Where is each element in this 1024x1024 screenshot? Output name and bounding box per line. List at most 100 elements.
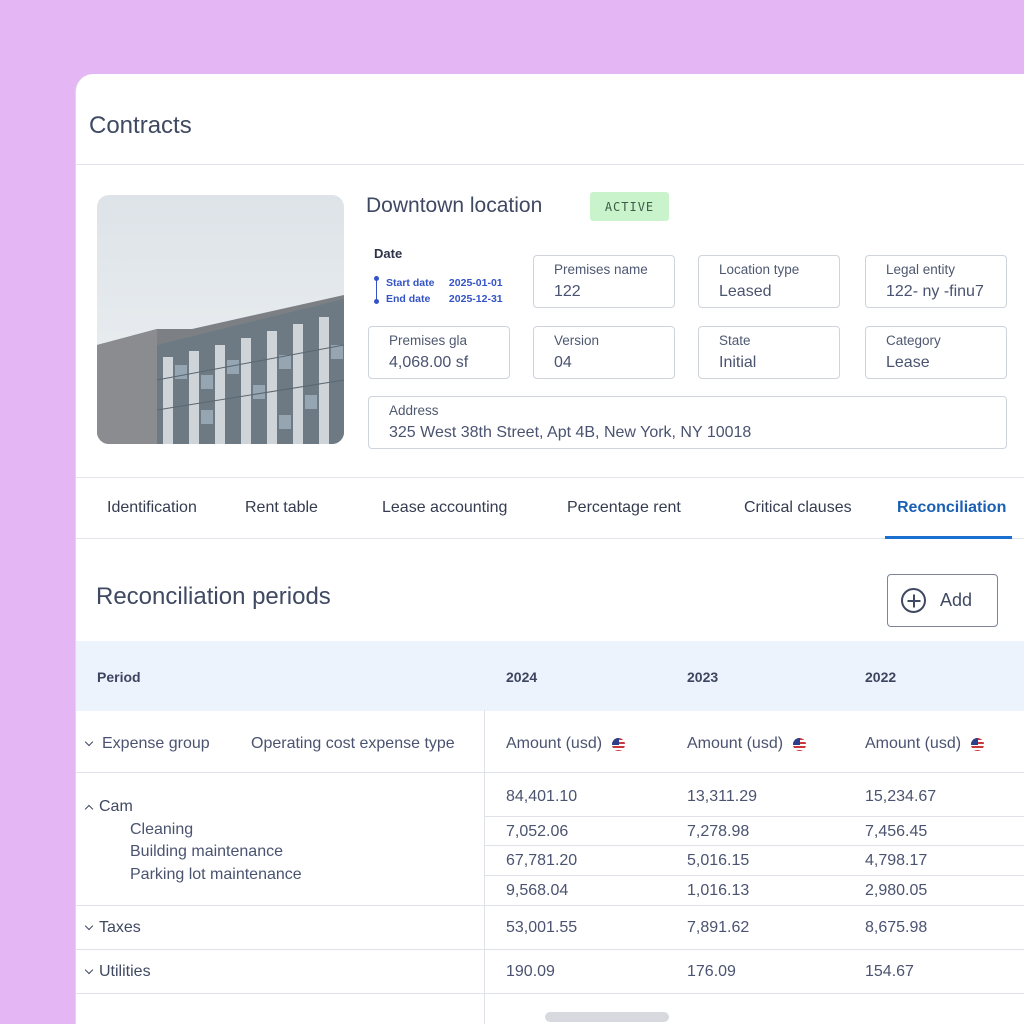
end-date-row: End date 2025-12-31 (386, 291, 503, 307)
tab-percentage-rent[interactable]: Percentage rent (567, 478, 681, 538)
expense-group-toggle[interactable]: Expense group (84, 735, 210, 753)
premises-name-field[interactable]: Premises name 122 (533, 255, 675, 308)
section-title: Reconciliation periods (96, 583, 331, 610)
us-flag-icon (793, 737, 807, 751)
premises-gla-field[interactable]: Premises gla 4,068.00 sf (368, 326, 510, 379)
chevron-down-icon (84, 921, 94, 931)
utilities-2023: 176.09 (687, 963, 736, 980)
cam-total-2024: 84,401.10 (506, 788, 578, 805)
status-badge: ACTIVE (590, 192, 669, 221)
chevron-down-icon (84, 965, 94, 975)
building-maintenance-2022: 4,798.17 (865, 852, 928, 869)
end-date-label: End date (386, 293, 431, 305)
location-summary: Downtown location ACTIVE Date Start date… (76, 74, 1024, 478)
field-label: Category (886, 333, 941, 348)
field-label: Premises gla (389, 333, 468, 348)
table-header: Period 2024 2023 2022 (76, 641, 1024, 711)
add-period-button[interactable]: Add (887, 574, 998, 627)
field-value: 122 (554, 283, 581, 300)
address-field[interactable]: Address 325 West 38th Street, Apt 4B, Ne… (368, 396, 1007, 449)
year-header-2022: 2022 (865, 669, 897, 685)
category-field[interactable]: Category Lease (865, 326, 1007, 379)
period-header: Period (97, 669, 141, 685)
tab-reconciliation[interactable]: Reconciliation (884, 478, 1013, 539)
legal-entity-field[interactable]: Legal entity 122- ny -finu7 (865, 255, 1007, 308)
us-flag-icon (612, 737, 626, 751)
table-row-group-utilities: Utilities 190.09 176.09 154.67 (76, 950, 1024, 994)
tab-critical-clauses[interactable]: Critical clauses (744, 478, 852, 538)
amount-header-2023: Amount (usd) (687, 735, 807, 753)
tab-identification[interactable]: Identification (107, 478, 197, 538)
start-date-value: 2025-01-01 (448, 277, 503, 289)
expense-type-header: Operating cost expense type (251, 735, 455, 752)
field-label: State (719, 333, 751, 348)
date-range: Date Start date 2025-01-01 End date 2025… (374, 246, 503, 307)
field-label: Premises name (554, 262, 648, 277)
tab-lease-accounting[interactable]: Lease accounting (382, 478, 507, 538)
table-row-group-cam: Cam Cleaning Building maintenance Parkin… (76, 773, 1024, 906)
expense-type-parking-lot-maintenance: Parking lot maintenance (130, 866, 302, 883)
table-row-group-taxes: Taxes 53,001.55 7,891.62 8,675.98 (76, 906, 1024, 950)
field-value: 122- ny -finu7 (886, 283, 984, 300)
add-button-label: Add (940, 590, 973, 610)
building-maintenance-2023: 5,016.15 (687, 852, 750, 869)
table-subheader: Expense group Operating cost expense typ… (76, 711, 1024, 773)
start-date-row: Start date 2025-01-01 (386, 275, 503, 291)
cam-total-2023: 13,311.29 (687, 788, 757, 805)
tab-rent-table[interactable]: Rent table (245, 478, 318, 538)
field-value: Initial (719, 354, 757, 371)
cleaning-2024: 7,052.06 (506, 823, 569, 840)
location-name: Downtown location (366, 194, 543, 217)
cam-total-2022: 15,234.67 (865, 788, 937, 805)
cleaning-2023: 7,278.98 (687, 823, 750, 840)
chevron-down-icon (84, 737, 94, 747)
year-header-2023: 2023 (687, 669, 719, 685)
reconciliation-table: Period 2024 2023 2022 Expense group Oper… (76, 641, 1024, 994)
horizontal-scrollbar[interactable] (545, 1012, 669, 1022)
taxes-2022: 8,675.98 (865, 919, 928, 936)
cam-group-toggle[interactable]: Cam (84, 798, 133, 816)
date-rows: Start date 2025-01-01 End date 2025-12-3… (374, 275, 503, 307)
taxes-2023: 7,891.62 (687, 919, 750, 936)
field-value: Leased (719, 283, 772, 300)
cleaning-2022: 7,456.45 (865, 823, 928, 840)
expense-group-label: Expense group (102, 735, 210, 752)
amount-header-2022: Amount (usd) (865, 735, 985, 753)
state-field[interactable]: State Initial (698, 326, 840, 379)
utilities-2024: 190.09 (506, 963, 555, 980)
group-name: Utilities (99, 963, 151, 980)
taxes-2024: 53,001.55 (506, 919, 578, 936)
taxes-group-toggle[interactable]: Taxes (84, 919, 141, 937)
field-value: 04 (554, 354, 572, 371)
row-divider (485, 816, 1024, 817)
utilities-group-toggle[interactable]: Utilities (84, 963, 151, 981)
date-range-line (374, 276, 379, 304)
year-header-2024: 2024 (506, 669, 538, 685)
date-heading: Date (374, 246, 403, 261)
row-divider (485, 845, 1024, 846)
plus-circle-icon (901, 588, 926, 613)
field-label: Legal entity (886, 262, 956, 277)
parking-lot-maintenance-2024: 9,568.04 (506, 882, 569, 899)
contracts-window: Contracts Downtown location ACTIVE Date … (75, 74, 1024, 1024)
field-value: Lease (886, 354, 930, 371)
row-divider (485, 875, 1024, 876)
amount-header-2024: Amount (usd) (506, 735, 626, 753)
expense-type-cleaning: Cleaning (130, 821, 194, 838)
version-field[interactable]: Version 04 (533, 326, 675, 379)
table-column-divider (484, 710, 485, 1024)
end-date-value: 2025-12-31 (448, 293, 503, 305)
building-photo (97, 195, 344, 444)
amount-label: Amount (usd) (506, 735, 603, 752)
tab-bar: Identification Rent table Lease accounti… (76, 478, 1024, 539)
chevron-up-icon (84, 804, 94, 813)
amount-label: Amount (usd) (865, 735, 962, 752)
expense-type-building-maintenance: Building maintenance (130, 843, 283, 860)
building-maintenance-2024: 67,781.20 (506, 852, 578, 869)
group-name: Taxes (99, 919, 141, 936)
field-value: 4,068.00 sf (389, 354, 469, 371)
reconciliation-section-header: Reconciliation periods Add (76, 539, 1024, 641)
field-label: Version (554, 333, 600, 348)
location-type-field[interactable]: Location type Leased (698, 255, 840, 308)
amount-label: Amount (usd) (687, 735, 784, 752)
